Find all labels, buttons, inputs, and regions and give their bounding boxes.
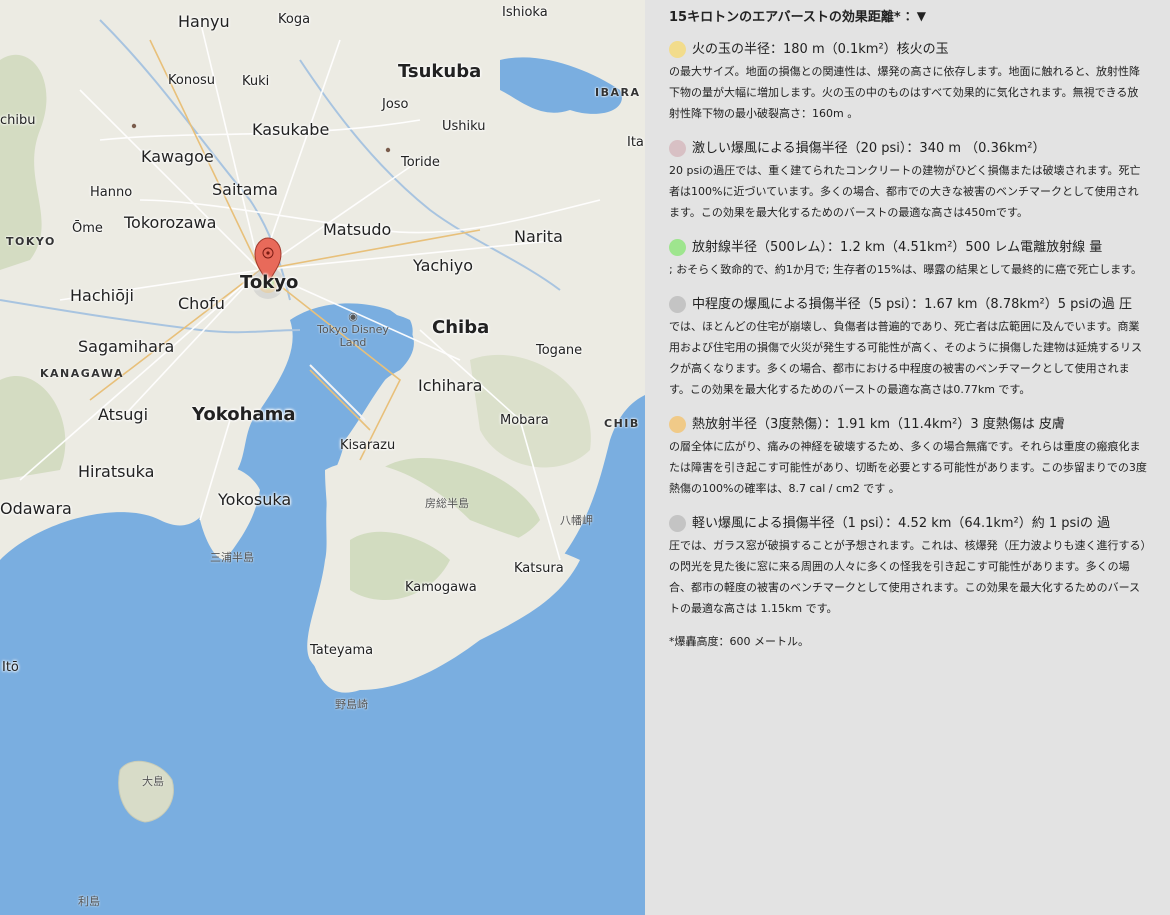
city-label: Yachiyo [413, 256, 474, 275]
effect-title: 火の玉の半径：180 m（0.1km²）核火の玉 [692, 42, 949, 57]
poi-label-disney: ◉ Tokyo Disney Land [317, 310, 389, 349]
city-label: Mobara [500, 413, 549, 428]
city-label: Konosu [168, 73, 216, 88]
effect-description: の層全体に広がり、痛みの神経を破壊するため、多くの場合無痛です。それらは重度の瘢… [669, 440, 1147, 495]
effect-thermal: 熱放射半径（3度熱傷）：1.91 km（11.4km²）3 度熱傷は 皮膚 の層… [669, 414, 1148, 499]
city-label: Toride [401, 155, 440, 170]
effects-panel: 15キロトンのエアバーストの効果距離* ：▼ 火の玉の半径：180 m（0.1k… [645, 0, 1170, 915]
city-label: chibu [0, 113, 36, 128]
city-label: Hanyu [178, 12, 230, 31]
place-label: 八幡岬 [560, 514, 593, 527]
footnote: *爆轟高度：600 メートル。 [669, 635, 809, 648]
city-label: Koga [278, 12, 311, 27]
effect-title: 熱放射半径（3度熱傷）：1.91 km（11.4km²）3 度熱傷は 皮膚 [692, 417, 1065, 432]
city-label: Matsudo [323, 220, 392, 239]
city-label: Hachiōji [70, 286, 134, 305]
fireball-color-icon [669, 41, 686, 58]
city-label: Tateyama [310, 643, 374, 658]
region-label: CHIB [604, 417, 640, 430]
city-label: Togane [536, 343, 583, 358]
city-label: Sagamihara [78, 337, 175, 356]
effect-moderate-blast: 中程度の爆風による損傷半径（5 psi）：1.67 km（8.78km²）5 p… [669, 294, 1148, 400]
place-label: 大島 [142, 775, 164, 788]
city-label: Ishioka [502, 5, 548, 20]
city-label: Kisarazu [340, 438, 396, 453]
city-label: Ōme [72, 221, 103, 236]
effect-heavy-blast: 激しい爆風による損傷半径（20 psi）：340 m （0.36km²） 20 … [669, 138, 1148, 223]
city-label: Atsugi [98, 405, 149, 424]
light-blast-color-icon [669, 515, 686, 532]
effect-fireball: 火の玉の半径：180 m（0.1km²）核火の玉 の最大サイズ。地面の損傷との関… [669, 39, 1148, 124]
place-label: 利島 [78, 895, 100, 908]
city-label: Kasukabe [252, 120, 330, 139]
city-label: Narita [514, 227, 563, 246]
city-label: Yokosuka [218, 490, 292, 509]
effect-description: の最大サイズ。地面の損傷との関連性は、爆発の高さに依存します。地面に触れると、放… [669, 65, 1141, 120]
map-view[interactable]: Hanyu Koga Ishioka Konosu Kuki Tsukuba J… [0, 0, 645, 915]
poi-icon: ◉ [348, 310, 358, 323]
city-label: Tokyo [240, 272, 299, 293]
effect-description: では、ほとんどの住宅が崩壊し、負傷者は普遍的であり、死亡者は広範囲に及んでいます… [669, 320, 1142, 396]
effect-title: 中程度の爆風による損傷半径（5 psi）：1.67 km（8.78km²）5 p… [692, 297, 1132, 312]
effect-description: 20 psiの過圧では、重く建てられたコンクリートの建物がひどく損傷または破壊さ… [669, 164, 1141, 219]
region-label: IBARA [595, 86, 641, 99]
region-label: TOKYO [6, 235, 56, 248]
city-label: Kamogawa [405, 580, 477, 595]
panel-title-row: 15キロトンのエアバーストの効果距離* ：▼ [669, 6, 1148, 25]
effect-title: 激しい爆風による損傷半径（20 psi）：340 m （0.36km²） [692, 141, 1046, 156]
thermal-color-icon [669, 416, 686, 433]
city-label: Kuki [242, 74, 270, 89]
effect-light-blast: 軽い爆風による損傷半径（1 psi）：4.52 km（64.1km²）約 1 p… [669, 513, 1148, 619]
moderate-blast-color-icon [669, 296, 686, 313]
city-label: Tsukuba [398, 61, 482, 82]
effect-title: 放射線半径（500レム）：1.2 km（4.51km²）500 レム電離放射線 … [692, 240, 1103, 255]
city-label: Hanno [90, 185, 133, 200]
city-label: Joso [382, 97, 409, 112]
place-label: 三浦半島 [210, 551, 254, 564]
collapse-toggle[interactable]: ：▼ [905, 7, 926, 24]
effect-title: 軽い爆風による損傷半径（1 psi）：4.52 km（64.1km²）約 1 p… [692, 516, 1111, 531]
city-label: Tokorozawa [124, 213, 217, 232]
effect-description: 圧では、ガラス窓が破損することが予想されます。これは、核爆発（圧力波よりも速く進… [669, 539, 1146, 615]
city-label: Kawagoe [141, 147, 214, 166]
city-label: Ushiku [442, 119, 486, 134]
place-label: 房総半島 [425, 497, 469, 510]
city-label: Hiratsuka [78, 462, 155, 481]
heavy-blast-color-icon [669, 140, 686, 157]
effect-description: ; おそらく致命的で、約1か月で; 生存者の15%は、曝露の結果として最終的に癌… [669, 263, 1142, 276]
city-label: Ita [627, 135, 644, 150]
city-label: Yokohama [192, 404, 296, 425]
city-label: Odawara [0, 499, 72, 518]
region-label: KANAGAWA [40, 367, 124, 380]
city-label: Itō [2, 660, 19, 675]
place-label: 野島崎 [335, 698, 368, 711]
city-label: Chiba [432, 317, 490, 338]
city-label: Katsura [514, 561, 564, 576]
city-label: Ichihara [418, 376, 483, 395]
radiation-color-icon [669, 239, 686, 256]
effect-radiation: 放射線半径（500レム）：1.2 km（4.51km²）500 レム電離放射線 … [669, 237, 1148, 280]
city-label: Saitama [212, 180, 278, 199]
city-label: Chofu [178, 294, 225, 313]
panel-title: 15キロトンのエアバーストの効果距離* [669, 10, 901, 25]
